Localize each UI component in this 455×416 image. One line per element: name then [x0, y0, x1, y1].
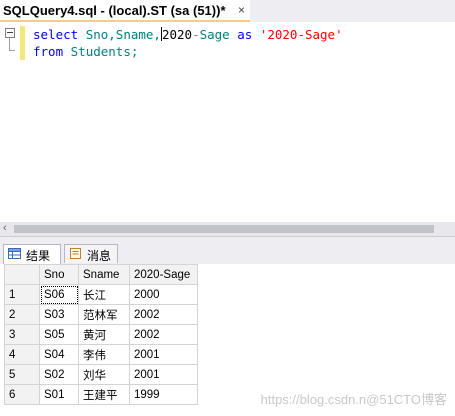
scroll-left-icon[interactable]: ‹ [3, 222, 7, 234]
keyword-as: as [237, 27, 253, 42]
results-grid-area: Sno Sname 2020-Sage 1 S06 长江 2000 2 S03 … [0, 264, 455, 416]
table-name: Students; [70, 44, 139, 59]
table-row[interactable]: 4 S04 李伟 2001 [4, 344, 198, 365]
tab-results[interactable]: 结果 [3, 244, 61, 265]
grid-cell-sname[interactable]: 李伟 [78, 344, 130, 365]
column-header-sname[interactable]: Sname [78, 264, 130, 285]
table-row[interactable]: 2 S03 范林军 2002 [4, 304, 198, 325]
grid-cell-sno[interactable]: S02 [39, 364, 79, 385]
column-header-sno[interactable]: Sno [39, 264, 79, 285]
code-line-2[interactable]: from Students; [33, 44, 138, 59]
grid-cell-age[interactable]: 1999 [129, 384, 198, 405]
grid-cell-age[interactable]: 2002 [129, 324, 198, 345]
row-number[interactable]: 3 [4, 324, 40, 345]
row-number[interactable]: 2 [4, 304, 40, 325]
table-row[interactable]: 1 S06 长江 2000 [4, 284, 198, 305]
grid-cell-sname[interactable]: 黄河 [78, 324, 130, 345]
tab-messages[interactable]: 消息 [64, 244, 118, 263]
grid-cell-sname[interactable]: 刘华 [78, 364, 130, 385]
grid-cell-age[interactable]: 2001 [129, 364, 198, 385]
column-list: Sno,Sname, [85, 27, 161, 42]
grid-cell-sname[interactable]: 范林军 [78, 304, 130, 325]
row-number[interactable]: 1 [4, 284, 40, 305]
code-line-1[interactable]: select Sno,Sname,2020-Sage as '2020-Sage… [33, 27, 343, 42]
grid-cell-sno[interactable]: S06 [39, 284, 79, 305]
table-row[interactable]: 6 S01 王建平 1999 [4, 384, 198, 405]
number-literal: 2020 [161, 27, 193, 42]
grid-header-row: Sno Sname 2020-Sage [4, 264, 198, 285]
tab-results-label: 结果 [26, 249, 51, 263]
results-grid[interactable]: Sno Sname 2020-Sage 1 S06 长江 2000 2 S03 … [4, 264, 198, 405]
scrollbar-thumb[interactable] [14, 225, 434, 233]
row-number[interactable]: 4 [4, 344, 40, 365]
grid-cell-age[interactable]: 2002 [129, 304, 198, 325]
table-row[interactable]: 5 S02 刘华 2001 [4, 364, 198, 385]
horizontal-scrollbar[interactable]: ‹ [0, 222, 455, 236]
row-number[interactable]: 5 [4, 364, 40, 385]
grid-icon [8, 248, 21, 259]
change-marker [20, 26, 25, 60]
minus-operator: - [192, 27, 200, 42]
sql-editor[interactable]: select Sno,Sname,2020-Sage as '2020-Sage… [0, 22, 455, 222]
grid-cell-sno[interactable]: S03 [39, 304, 79, 325]
watermark: https://blog.csdn.n@51CTO博客 [260, 392, 447, 407]
column-header-age[interactable]: 2020-Sage [129, 264, 198, 285]
close-icon[interactable]: × [238, 3, 245, 17]
row-header-corner[interactable] [4, 264, 40, 285]
keyword-select: select [33, 27, 79, 42]
grid-cell-sno[interactable]: S01 [39, 384, 79, 405]
row-number[interactable]: 6 [4, 384, 40, 405]
outline-line-end [9, 50, 15, 51]
keyword-from: from [33, 44, 64, 59]
message-icon [70, 248, 81, 259]
tab-messages-label: 消息 [87, 249, 112, 263]
document-tab-title: SQLQuery4.sql - (local).ST (sa (51))* [3, 3, 226, 18]
grid-cell-sname[interactable]: 王建平 [78, 384, 130, 405]
document-tab-strip: SQLQuery4.sql - (local).ST (sa (51))* × [0, 0, 455, 22]
table-row[interactable]: 3 S05 黄河 2002 [4, 324, 198, 345]
column-sage: Sage [199, 27, 230, 42]
alias-string: '2020-Sage' [259, 27, 343, 42]
document-tab[interactable]: SQLQuery4.sql - (local).ST (sa (51))* × [0, 0, 250, 22]
collapse-toggle-icon[interactable] [5, 28, 15, 38]
outline-line [9, 38, 10, 50]
grid-cell-sno[interactable]: S05 [39, 324, 79, 345]
result-tabs: 结果 消息 [0, 242, 455, 265]
grid-cell-sno[interactable]: S04 [39, 344, 79, 365]
grid-cell-sname[interactable]: 长江 [78, 284, 130, 305]
grid-cell-age[interactable]: 2000 [129, 284, 198, 305]
grid-cell-age[interactable]: 2001 [129, 344, 198, 365]
